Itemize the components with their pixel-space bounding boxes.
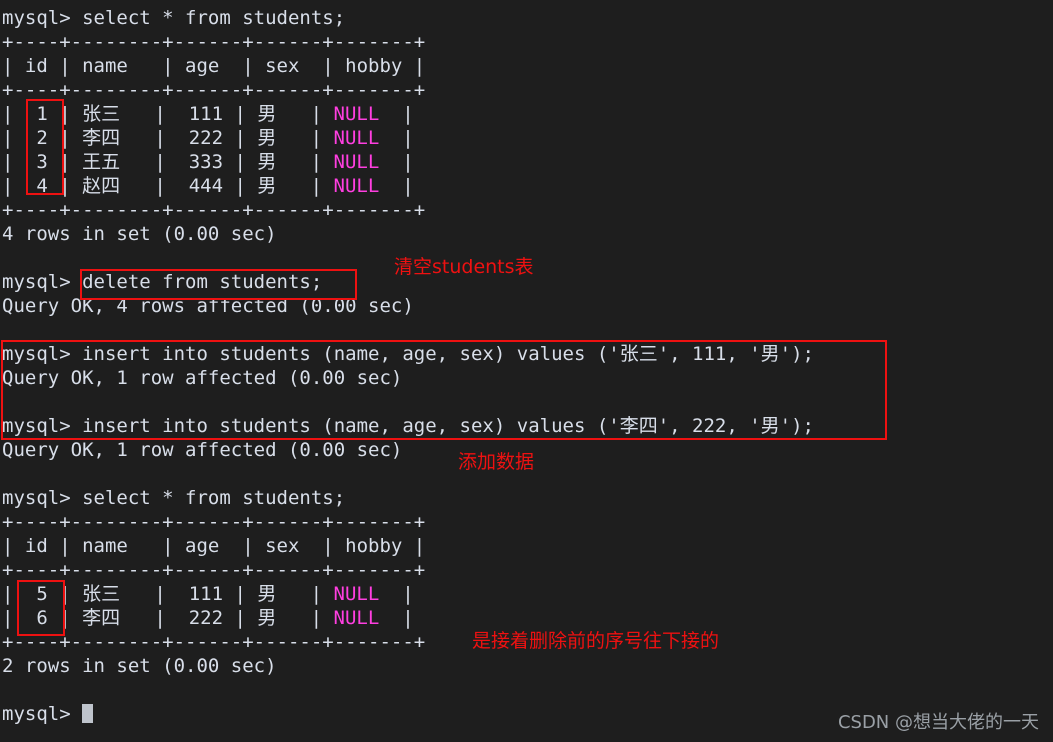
terminal-line: +----+--------+------+------+-------+ [2,199,426,221]
prompt-label: mysql> [2,703,71,725]
table-row: | 6 | 李四 | 222 | 男 | NULL | [2,606,1053,630]
terminal-line: | id | name | age | sex | hobby | [2,535,426,557]
result-footer: 4 rows in set (0.00 sec) [2,223,277,245]
terminal-line: +----+--------+------+------+-------+ [2,511,426,533]
command-select-2: mysql> select * from students; [2,487,346,509]
row-prefix: | 1 | 张三 | 111 | 男 | [2,103,334,125]
null-value: NULL [333,607,380,629]
annotation-clear-table: 清空students表 [394,256,534,278]
row-suffix: | [379,127,414,149]
command-insert-1: mysql> insert into students (name, age, … [2,343,814,365]
row-prefix: | 3 | 王五 | 333 | 男 | [2,151,334,173]
annotation-add-data: 添加数据 [458,451,535,473]
table-row: | 1 | 张三 | 111 | 男 | NULL | [2,102,1053,126]
row-prefix: | 2 | 李四 | 222 | 男 | [2,127,334,149]
text-cursor [82,704,94,723]
result-footer: 2 rows in set (0.00 sec) [2,655,277,677]
terminal-line: +----+--------+------+------+-------+ [2,31,426,53]
row-suffix: | [379,583,414,605]
row-suffix: | [379,103,414,125]
table-row: | 2 | 李四 | 222 | 男 | NULL | [2,126,1053,150]
null-value: NULL [333,175,380,197]
terminal-line: +----+--------+------+------+-------+ [2,79,426,101]
null-value: NULL [333,151,380,173]
row-prefix: | 5 | 张三 | 111 | 男 | [2,583,334,605]
watermark: CSDN @想当大佬的一天 [837,712,1039,733]
table-row: | 3 | 王五 | 333 | 男 | NULL | [2,150,1053,174]
annotation-sequence-note: 是接着删除前的序号往下接的 [472,630,720,652]
terminal-line: | id | name | age | sex | hobby | [2,55,426,77]
row-suffix: | [379,151,414,173]
row-prefix: | 4 | 赵四 | 444 | 男 | [2,175,334,197]
table-row: | 5 | 张三 | 111 | 男 | NULL | [2,582,1053,606]
row-suffix: | [379,175,414,197]
terminal-line: mysql> select * from students; [2,7,346,29]
query-result-insert-1: Query OK, 1 row affected (0.00 sec) [2,367,403,389]
query-result-delete: Query OK, 4 rows affected (0.00 sec) [2,295,414,317]
command-insert-2: mysql> insert into students (name, age, … [2,415,814,437]
null-value: NULL [333,103,380,125]
table-row: | 4 | 赵四 | 444 | 男 | NULL | [2,174,1053,198]
row-prefix: | 6 | 李四 | 222 | 男 | [2,607,334,629]
terminal-line: +----+--------+------+------+-------+ [2,559,426,581]
null-value: NULL [333,583,380,605]
null-value: NULL [333,127,380,149]
row-suffix: | [379,607,414,629]
